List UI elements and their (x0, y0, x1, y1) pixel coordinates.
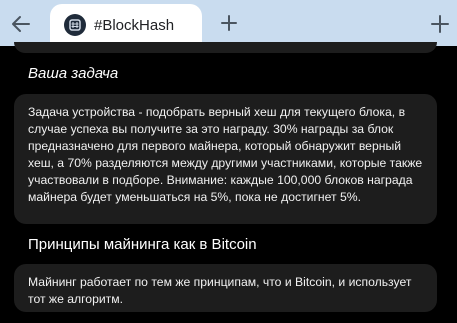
previous-card-edge (14, 42, 437, 53)
task-text: Задача устройства - подобрать верный хеш… (28, 105, 423, 204)
principles-heading: Принципы майнинга как в Bitcoin (28, 236, 257, 253)
browser-tab-strip: #BlockHash (0, 0, 457, 46)
arrow-left-icon (12, 16, 30, 32)
new-tab-button[interactable] (218, 12, 240, 34)
principles-card: Майнинг работает по тем же принципам, чт… (14, 264, 437, 312)
task-heading: Ваша задача (28, 65, 119, 82)
task-card: Задача устройства - подобрать верный хеш… (14, 94, 437, 224)
expand-corner-icon (431, 15, 449, 33)
tab-blockhash[interactable]: #BlockHash (50, 4, 202, 46)
page-content: Ваша задача Задача устройства - подобрат… (0, 42, 457, 323)
blockhash-logo-icon (64, 14, 86, 36)
back-button[interactable] (6, 9, 36, 39)
principles-text: Майнинг работает по тем же принципам, чт… (28, 275, 412, 306)
tab-title: #BlockHash (94, 16, 175, 34)
plus-icon (221, 15, 237, 31)
corner-button[interactable] (428, 12, 452, 36)
